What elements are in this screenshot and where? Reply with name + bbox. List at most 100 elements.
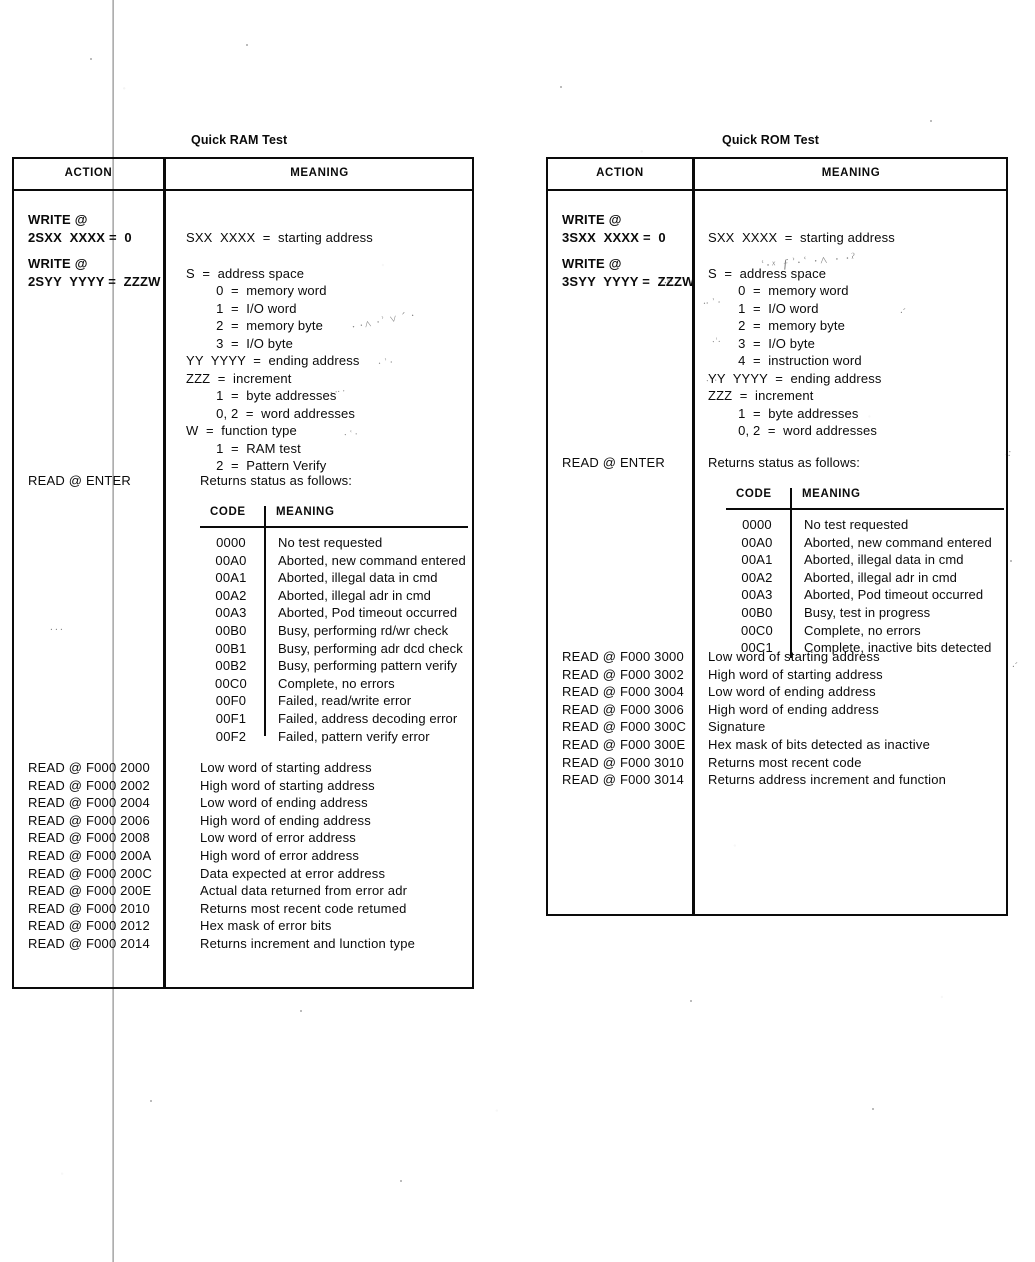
rom-write-meaning-l3: S = address space: [708, 265, 827, 281]
ram-write-action-l4: 2SYY YYYY = ZZZW: [28, 273, 161, 289]
ram-status-block: Returns status as follows:: [200, 472, 476, 490]
status-code-row: 00B2 Busy, performing pattern verify: [200, 657, 468, 675]
ram-read-enter-action: READ @ ENTER: [28, 472, 163, 490]
status-code-meaning: Busy, performing pattern verify: [278, 658, 458, 674]
status-code-value: 00F0: [215, 693, 247, 709]
pencil-smudge-rom-8: ·ˊ: [1012, 662, 1018, 673]
ram-table-header-row: ACTION MEANING: [14, 159, 472, 191]
rom-read-action-list: READ @ F000 3000 READ @ F000 3002 READ @ F…: [562, 648, 694, 789]
read-address-action: READ @ F000 3000: [562, 649, 684, 664]
ram-subtable-header: CODE MEANING: [200, 506, 468, 528]
read-address-meaning: Hex mask of bits detected as inactive: [708, 736, 931, 752]
rom-write-action-l4: 3SYY YYYY = ZZZW: [562, 273, 695, 289]
ram-write-action-l1: 2SXX XXXX = 0: [28, 229, 132, 245]
ram-read-action-list: READ @ F000 2000 READ @ F000 2002 READ @ F…: [28, 759, 163, 953]
ram-write-meaning-l7: 3 = I/O byte: [186, 335, 293, 351]
status-code-meaning: Complete, no errors: [804, 622, 921, 638]
ram-write-meaning-l3: S = address space: [186, 265, 305, 281]
dust-speck: [246, 44, 248, 46]
status-code-value: 00C0: [741, 622, 773, 638]
read-address-meaning: High word of error address: [200, 847, 360, 863]
rom-subtable-header: CODE MEANING: [726, 488, 1004, 510]
status-code-row: 00A0 Aborted, new command entered: [726, 534, 1004, 552]
read-address-meaning: Low word of starting address: [200, 760, 372, 775]
quick-ram-test-title: Quick RAM Test: [191, 133, 288, 147]
read-address-meaning: Returns increment and lunction type: [200, 935, 416, 951]
rom-write-meaning-spacer-b: [708, 256, 1004, 265]
read-address-meaning: Returns address increment and function: [708, 772, 947, 788]
ram-write-meaning-l12: W = function type: [186, 423, 297, 438]
status-code-value: 00B0: [741, 604, 773, 620]
status-code-meaning: Aborted, illegal adr in cmd: [278, 587, 431, 603]
status-code-row: 00F2 Failed, pattern verify error: [200, 728, 468, 746]
rom-subtable-rows: 0000 No test requested 00A0 Aborted, new co…: [726, 516, 1004, 657]
read-address-action: READ @ F000 200E: [28, 883, 152, 899]
read-address-action: READ @ F000 2002: [28, 777, 150, 793]
dust-speck: [872, 1108, 874, 1110]
ram-write-meaning-l10: 1 = byte addresses: [186, 388, 337, 403]
read-address-action: READ @ F000 200A: [28, 847, 152, 863]
read-address-meaning: High word of starting address: [708, 666, 883, 682]
status-code-meaning: Complete, no errors: [278, 675, 395, 691]
rom-status-intro: Returns status as follows:: [708, 455, 861, 470]
status-code-row: 00B0 Busy, performing rd/wr check: [200, 622, 468, 640]
quick-rom-test-title: Quick ROM Test: [722, 133, 820, 147]
status-code-meaning: Busy, performing rd/wr check: [278, 622, 449, 638]
ram-header-meaning: MEANING: [290, 167, 349, 179]
status-code-row: 00B1 Busy, performing adr dcd check: [200, 640, 468, 658]
status-code-value: 00A0: [741, 534, 773, 550]
status-code-value: 00B0: [215, 622, 247, 638]
status-code-meaning: Failed, read/write error: [278, 693, 412, 709]
read-address-meaning: Low word of ending address: [708, 684, 876, 700]
read-address-meaning: Signature: [708, 719, 766, 735]
read-address-action: READ @ F000 2012: [28, 918, 150, 934]
ram-header-action: ACTION: [64, 167, 113, 179]
rom-write-action-spacer: [562, 246, 694, 255]
status-code-meaning: No test requested: [804, 517, 909, 532]
rom-write-meaning-l6: 2 = memory byte: [708, 318, 846, 333]
read-address-meaning: Data expected at error address: [200, 865, 386, 881]
status-code-meaning: Busy, test in progress: [804, 604, 931, 620]
read-address-meaning: High word of ending address: [708, 701, 879, 717]
rom-header-meaning: MEANING: [821, 167, 881, 179]
status-code-row: 00A3 Aborted, Pod timeout occurred: [200, 604, 468, 622]
status-code-meaning: Aborted, new command entered: [804, 534, 992, 550]
status-code-row: 00B0 Busy, test in progress: [726, 604, 1004, 622]
status-code-meaning: Busy, performing adr dcd check: [278, 640, 463, 656]
read-address-action: READ @ F000 3004: [562, 684, 684, 700]
status-code-meaning: Failed, address decoding error: [278, 710, 458, 726]
status-code-meaning: Failed, pattern verify error: [278, 728, 430, 744]
rom-status-block: Returns status as follows:: [708, 454, 998, 472]
status-code-row: 00A2 Aborted, illegal adr in cmd: [726, 569, 1004, 587]
ram-write-meaning-l0: SXX XXXX = starting address: [186, 230, 373, 245]
ram-subtable-header-meaning: MEANING: [276, 506, 335, 518]
rom-write-meaning-l0: SXX XXXX = starting address: [708, 230, 895, 245]
status-code-value: 00A2: [215, 587, 247, 603]
read-address-meaning: Low word of ending address: [200, 795, 368, 811]
dust-speck: [560, 86, 562, 88]
rom-write-action-l3: WRITE @: [562, 256, 622, 271]
rom-table-header-row: ACTION MEANING: [548, 159, 1006, 191]
ram-write-meaning-l6: 2 = memory byte: [186, 318, 324, 333]
rom-write-meaning-l8: 4 = instruction word: [708, 353, 862, 368]
read-address-action: READ @ F000 2004: [28, 795, 150, 811]
ram-write-meaning-l13: 1 = RAM test: [186, 440, 301, 456]
read-address-action: READ @ F000 3010: [562, 754, 684, 770]
ram-write-action-block: WRITE @ 2SXX XXXX = 0 WRITE @ 2SYY YYYY …: [28, 211, 163, 290]
ram-write-meaning-l4: 0 = memory word: [186, 283, 327, 298]
status-code-meaning: Aborted, illegal data in cmd: [278, 570, 438, 586]
status-code-row: 00F1 Failed, address decoding error: [200, 710, 468, 728]
status-code-meaning: Aborted, Pod timeout occurred: [278, 605, 458, 621]
read-address-action: READ @ F000 200C: [28, 865, 153, 881]
dust-speck: [150, 1100, 152, 1102]
status-code-value: 00A2: [741, 569, 773, 585]
status-code-row: 00C0 Complete, no errors: [726, 622, 1004, 640]
ram-write-action-l0: WRITE @: [28, 212, 88, 227]
ram-write-action-l3: WRITE @: [28, 256, 88, 271]
status-code-row: 00C0 Complete, no errors: [200, 675, 468, 693]
ram-subtable-rows: 0000 No test requested 00A0 Aborted, new co…: [200, 534, 468, 745]
rom-write-meaning-l12: 0, 2 = word addresses: [708, 423, 878, 438]
ram-status-code-table: CODE MEANING 0000 No test requested 00A0 Ab…: [200, 506, 468, 745]
status-code-value: 00A1: [741, 552, 773, 568]
ram-write-action-spacer: [28, 246, 163, 255]
